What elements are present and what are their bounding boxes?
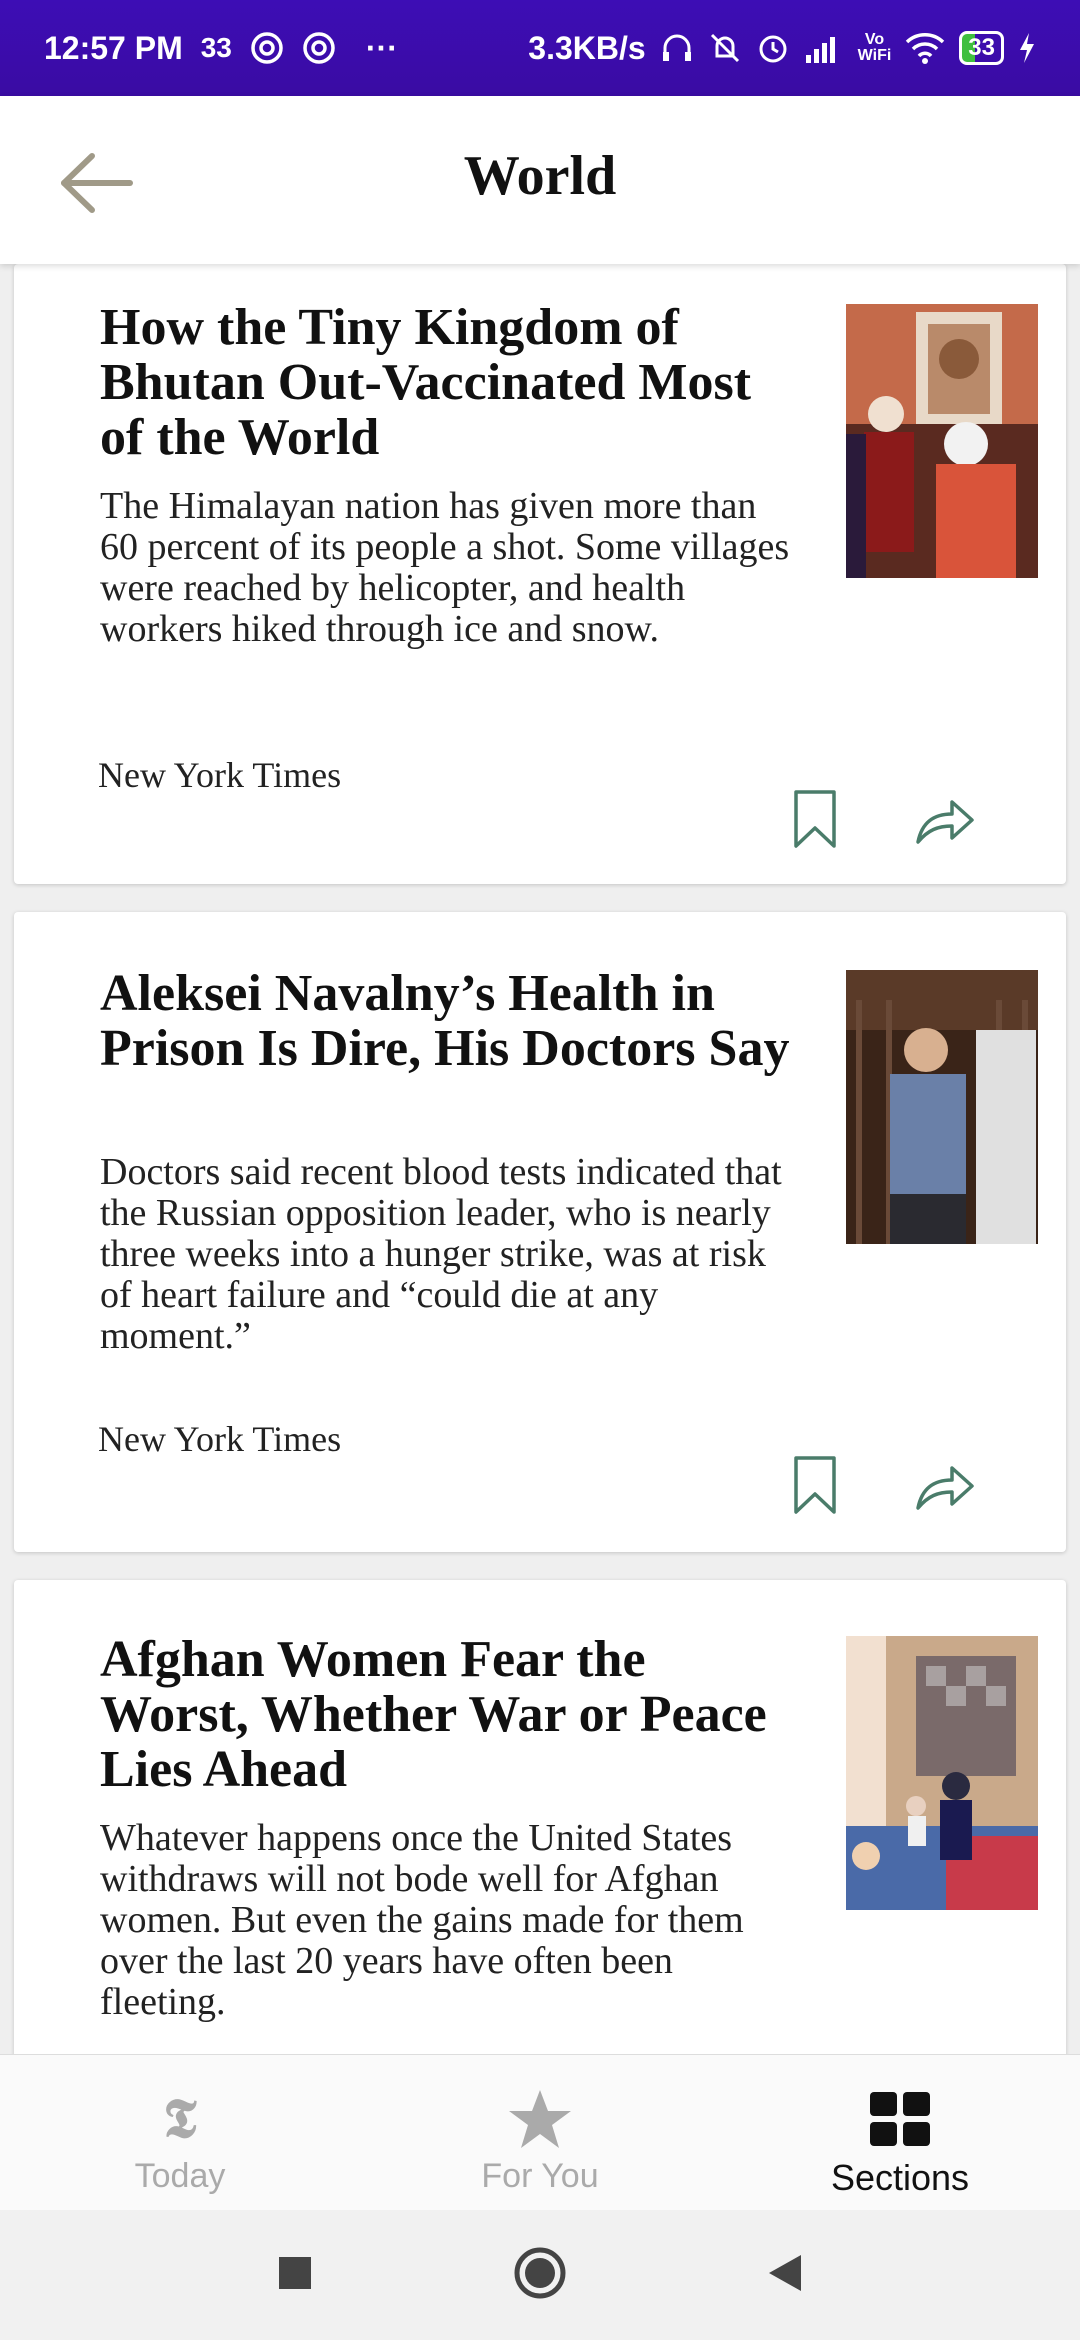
bell-muted-icon	[708, 31, 742, 65]
home-button[interactable]	[513, 2246, 567, 2305]
article-thumbnail[interactable]	[846, 1636, 1038, 1910]
article-summary: Doctors said recent blood tests indicate…	[100, 1151, 782, 1357]
article-card[interactable]: Aleksei Navalny’s Health in Prison Is Di…	[14, 912, 1066, 1552]
circle-icon	[514, 2247, 566, 2298]
status-time: 12:57 PM	[44, 29, 183, 66]
article-headline[interactable]: Aleksei Navalny’s Health in Prison Is Di…	[100, 966, 800, 1076]
charging-icon	[1018, 33, 1036, 63]
article-feed[interactable]: How the Tiny Kingdom of Bhutan Out-Vacci…	[0, 264, 1080, 2054]
nyt-logo-icon: 𝕿	[163, 2088, 197, 2149]
back-system-button[interactable]	[767, 2253, 803, 2298]
alarm-icon	[756, 31, 790, 65]
status-signal-value: 33	[200, 32, 232, 63]
status-bar: 12:57 PM 33 ··· 3.3KB/s Vo WiFi 33	[0, 0, 1080, 96]
nav-label: For You	[481, 2157, 599, 2195]
article-thumbnail[interactable]	[846, 970, 1038, 1244]
triangle-back-icon	[769, 2254, 801, 2291]
article-summary: The Himalayan nation has given more than…	[100, 485, 790, 650]
article-source: New York Times	[98, 755, 342, 795]
headphones-icon	[660, 31, 694, 65]
bookmark-icon[interactable]	[792, 788, 838, 850]
article-source: New York Times	[98, 1419, 342, 1459]
wifi-icon	[905, 32, 945, 64]
nav-today[interactable]: 𝕿 Today	[0, 2055, 360, 2211]
article-headline[interactable]: Afghan Women Fear the Worst, Whether War…	[100, 1632, 800, 1797]
vowifi-label: Vo WiFi	[857, 31, 892, 64]
system-navigation	[0, 2210, 1080, 2340]
article-thumbnail[interactable]	[846, 304, 1038, 578]
at-icon	[250, 31, 284, 65]
star-icon	[507, 2089, 573, 2149]
bookmark-icon[interactable]	[792, 1454, 838, 1516]
network-speed: 3.3KB/s	[528, 29, 646, 66]
article-card[interactable]: Afghan Women Fear the Worst, Whether War…	[14, 1580, 1066, 2054]
page-title: World	[463, 145, 617, 207]
share-icon[interactable]	[914, 796, 976, 846]
article-summary: Whatever happens once the United States …	[100, 1817, 744, 2023]
square-icon	[279, 2256, 311, 2289]
cell-signal-icon	[804, 33, 844, 63]
recents-button[interactable]	[277, 2255, 313, 2296]
app-header: World	[0, 96, 1080, 264]
grid-icon	[868, 2089, 932, 2149]
article-headline[interactable]: How the Tiny Kingdom of Bhutan Out-Vacci…	[100, 300, 800, 465]
article-card[interactable]: How the Tiny Kingdom of Bhutan Out-Vacci…	[14, 264, 1066, 884]
nav-label: Sections	[830, 2157, 970, 2198]
at-icon-2	[302, 31, 336, 65]
nav-label: Today	[134, 2157, 226, 2195]
share-icon[interactable]	[914, 1462, 976, 1512]
bottom-navigation: 𝕿 Today For You Sections	[0, 2054, 1080, 2211]
nav-for-you[interactable]: For You	[360, 2055, 720, 2211]
nav-sections[interactable]: Sections	[720, 2055, 1080, 2211]
more-notifications-icon: ···	[365, 29, 398, 66]
battery-indicator: 33	[959, 31, 1004, 65]
